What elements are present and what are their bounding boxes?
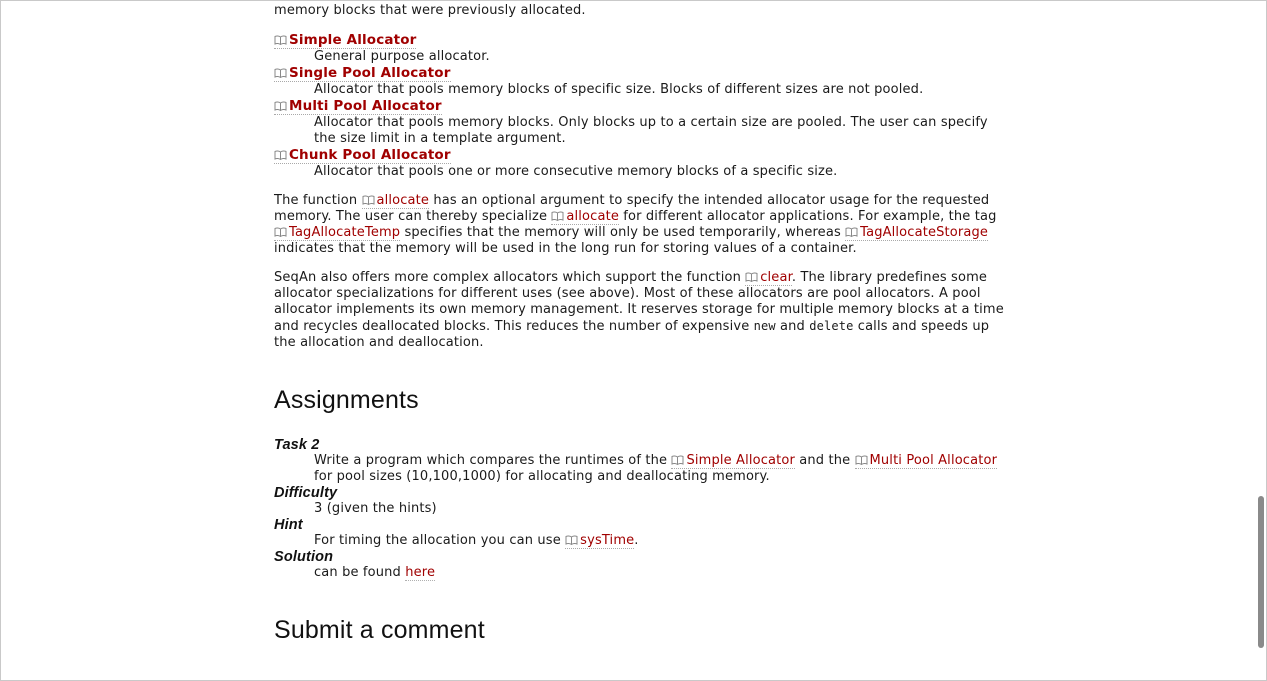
book-icon xyxy=(855,455,868,465)
book-icon xyxy=(565,535,578,545)
scrollbar-thumb[interactable] xyxy=(1258,496,1264,648)
assignments-heading: Assignments xyxy=(274,386,419,414)
solution-label: Solution xyxy=(274,549,334,565)
allocator-desc: Allocator that pools memory blocks. Only… xyxy=(314,115,988,146)
solution-here-link[interactable]: here xyxy=(405,565,436,581)
allocator-item: Chunk Pool Allocator Allocator that pool… xyxy=(274,147,1004,180)
book-icon xyxy=(845,227,858,237)
tag-allocate-storage-link[interactable]: TagAllocateStorage xyxy=(845,225,989,241)
multi-pool-allocator-task-link[interactable]: Multi Pool Allocator xyxy=(854,453,998,469)
allocate-link-2[interactable]: allocate xyxy=(551,209,619,225)
intro-tail: memory blocks that were previously alloc… xyxy=(274,3,586,18)
chunk-pool-allocator-link[interactable]: Chunk Pool Allocator xyxy=(274,147,451,164)
task-list: Task 2 Write a program which compares th… xyxy=(274,437,1004,581)
allocator-desc: Allocator that pools one or more consecu… xyxy=(314,164,838,179)
book-icon xyxy=(274,101,287,111)
multi-pool-allocator-link[interactable]: Multi Pool Allocator xyxy=(274,98,442,115)
hint-desc: For timing the allocation you can use sy… xyxy=(314,533,639,549)
article-content: memory blocks that were previously alloc… xyxy=(274,3,1004,645)
clear-link[interactable]: clear xyxy=(745,270,792,286)
allocator-list: Simple Allocator General purpose allocat… xyxy=(274,32,1004,180)
allocator-item: Multi Pool Allocator Allocator that pool… xyxy=(274,98,1004,147)
book-icon xyxy=(671,455,684,465)
difficulty-value: 3 (given the hints) xyxy=(314,501,437,516)
hint-label: Hint xyxy=(274,517,303,533)
submit-comment-heading: Submit a comment xyxy=(274,616,485,644)
code-new: new xyxy=(753,319,776,333)
allocator-desc: General purpose allocator. xyxy=(314,49,490,64)
simple-allocator-task-link[interactable]: Simple Allocator xyxy=(671,453,795,469)
allocate-link[interactable]: allocate xyxy=(361,193,430,209)
tag-allocate-temp-link[interactable]: TagAllocateTemp xyxy=(274,225,401,241)
book-icon xyxy=(745,272,758,282)
allocator-desc: Allocator that pools memory blocks of sp… xyxy=(314,82,924,97)
book-icon xyxy=(551,211,564,221)
allocator-item: Single Pool Allocator Allocator that poo… xyxy=(274,65,1004,98)
allocate-paragraph: The function allocate has an optional ar… xyxy=(274,193,997,256)
book-icon xyxy=(274,150,287,160)
clear-paragraph: SeqAn also offers more complex allocator… xyxy=(274,270,1004,350)
allocator-item: Simple Allocator General purpose allocat… xyxy=(274,32,1004,65)
page-scrollbar[interactable] xyxy=(1255,2,1264,678)
book-icon xyxy=(274,35,287,45)
task-label: Task 2 xyxy=(274,437,320,453)
single-pool-allocator-link[interactable]: Single Pool Allocator xyxy=(274,65,451,82)
task-desc: Write a program which compares the runti… xyxy=(314,453,998,484)
book-icon xyxy=(274,227,287,237)
code-delete: delete xyxy=(809,319,854,333)
book-icon xyxy=(362,195,375,205)
simple-allocator-link[interactable]: Simple Allocator xyxy=(274,32,417,49)
systime-link[interactable]: sysTime xyxy=(565,533,635,549)
book-icon xyxy=(274,68,287,78)
difficulty-label: Difficulty xyxy=(274,485,338,501)
solution-desc: can be found here xyxy=(314,565,436,581)
